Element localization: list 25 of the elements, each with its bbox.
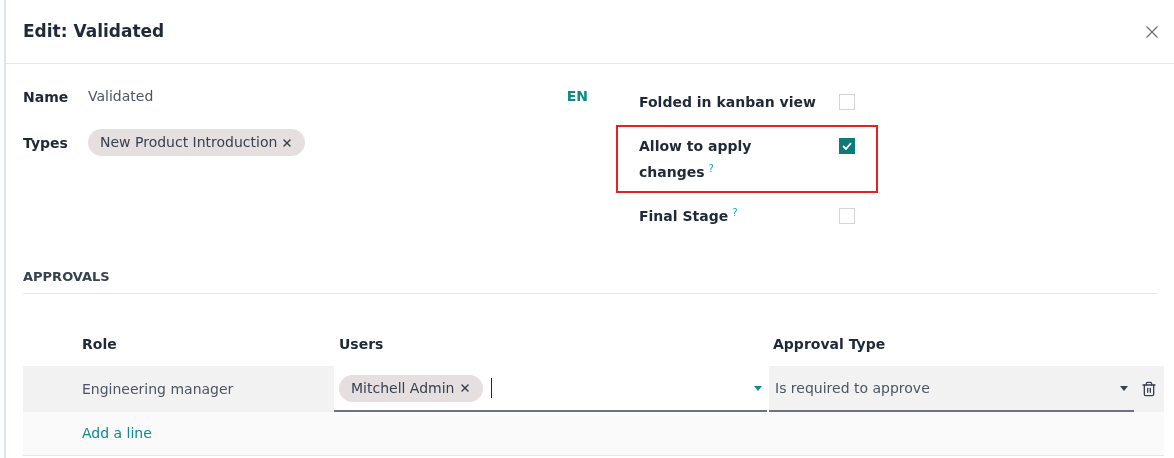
column-header: Approval Type	[773, 334, 886, 354]
approval-type-select[interactable]: Is required to approve	[769, 366, 1134, 412]
tag: New Product Introduction	[88, 129, 306, 156]
option-label: Allow to apply changes $^{?}$	[639, 137, 753, 182]
remove-icon[interactable]	[458, 382, 471, 394]
name-field[interactable]: Validated	[88, 86, 154, 107]
caret-icon[interactable]	[754, 385, 762, 391]
field-label: Types	[23, 134, 69, 153]
column-header: Users	[339, 334, 385, 354]
option-label: Final Stage $^{?}$	[639, 206, 739, 226]
remove-icon[interactable]	[281, 136, 294, 149]
dialog-title: Edit: Validated	[23, 19, 165, 43]
option-label: Folded in kanban view	[639, 93, 817, 112]
check-icon	[842, 142, 852, 150]
checkbox[interactable]	[839, 138, 855, 154]
language-button[interactable]: EN	[566, 86, 588, 107]
add-line-link[interactable]: Add a line	[82, 423, 152, 444]
section-title: APPROVALS	[23, 269, 110, 284]
delete-icon[interactable]	[1141, 381, 1157, 397]
field-label: Name	[23, 88, 70, 107]
tag: Mitchell Admin	[339, 374, 483, 402]
caret-icon[interactable]	[1120, 385, 1128, 391]
column-header: Role	[82, 334, 118, 354]
text-cursor	[490, 378, 492, 398]
table-cell-text: Engineering manager	[82, 379, 234, 399]
